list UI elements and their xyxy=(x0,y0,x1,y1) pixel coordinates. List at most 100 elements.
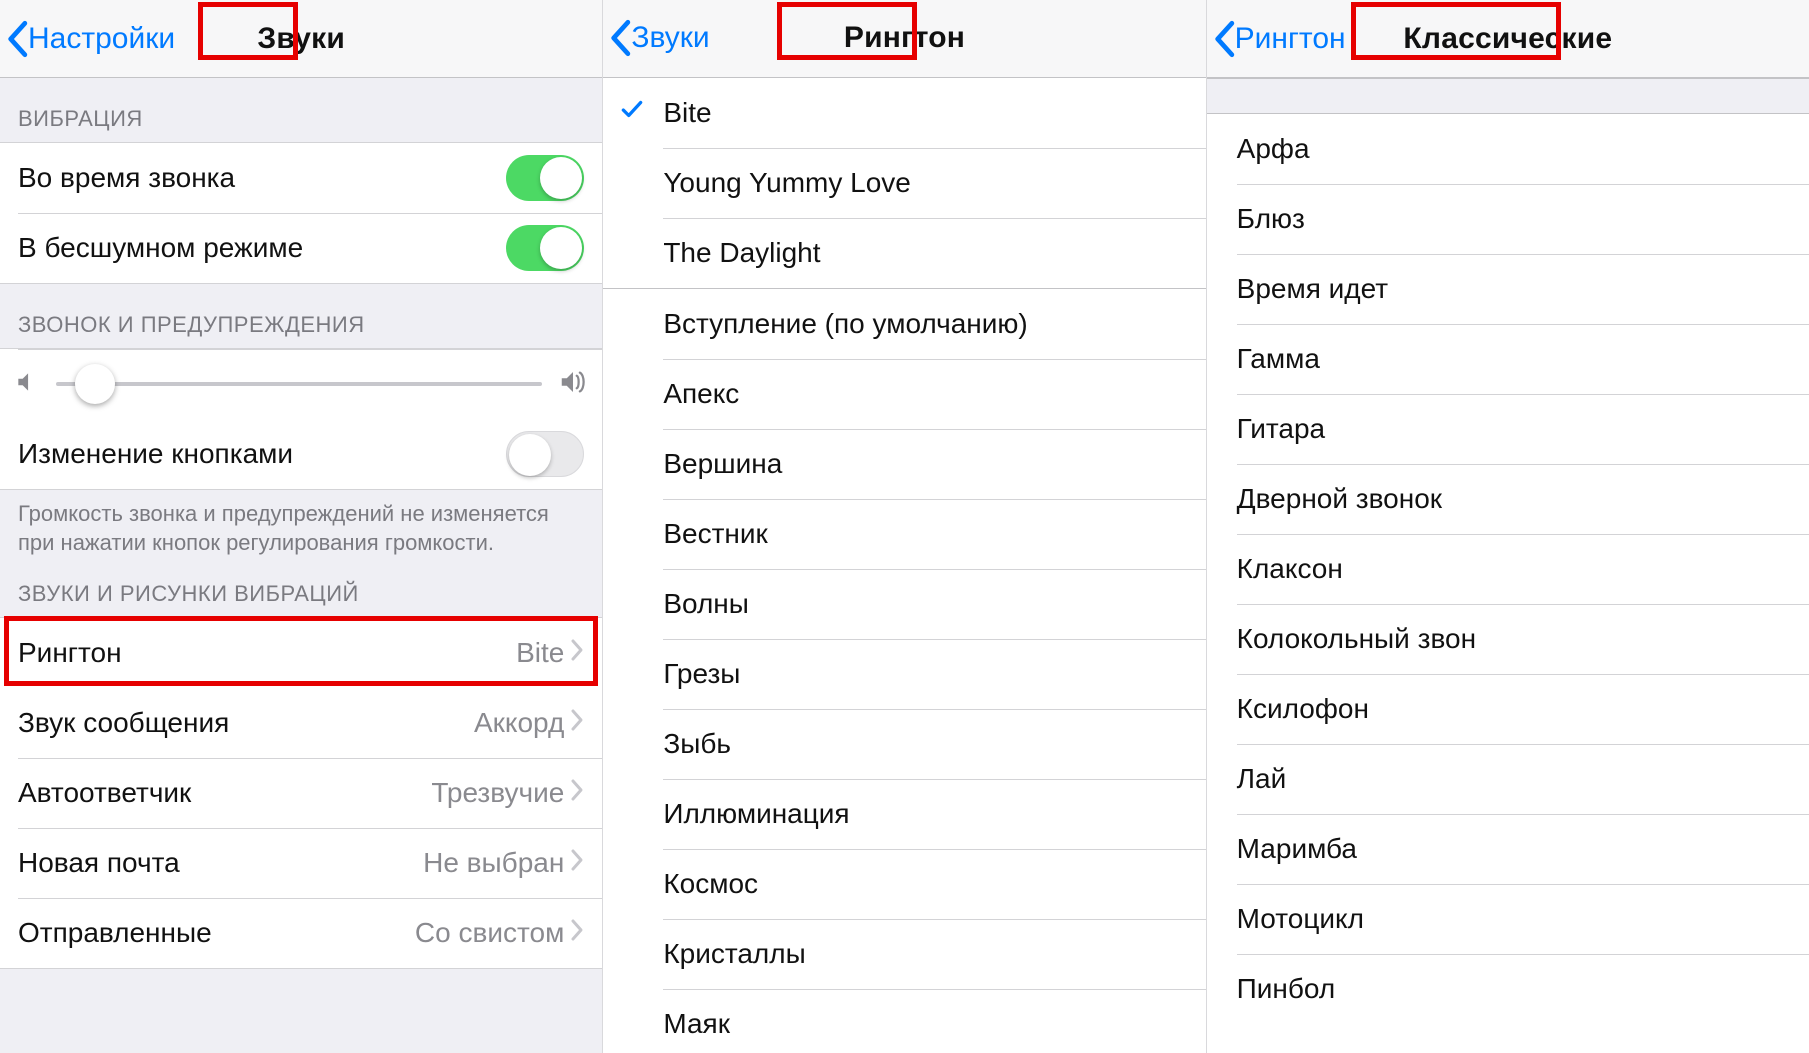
sounds-group: РингтонBiteЗвук сообщенияАккордАвтоответ… xyxy=(0,617,602,969)
ringtone-label: Пинбол xyxy=(1237,973,1336,1005)
ringtone-row[interactable]: Young Yummy Love xyxy=(603,148,1205,218)
table-spacer xyxy=(1207,78,1809,114)
chevron-left-icon xyxy=(1213,19,1235,59)
ringtone-label: Арфа xyxy=(1237,133,1310,165)
ringtone-row[interactable]: Волны xyxy=(603,569,1205,639)
ringtone-label: Bite xyxy=(663,97,711,129)
vibration-group: Во время звонка В бесшумном режиме xyxy=(0,142,602,284)
row-vibrate-on-ring[interactable]: Во время звонка xyxy=(0,143,602,213)
ringtone-row[interactable]: Апекс xyxy=(603,359,1205,429)
ringtone-label: Young Yummy Love xyxy=(663,167,911,199)
classic-ringtone-list: Арфа Блюз Время идет ГаммаГитара Дверной зво… xyxy=(1207,114,1809,1053)
ringtone-label: Время идет xyxy=(1237,273,1388,305)
classic-ringtone-row[interactable]: Дверной звонок xyxy=(1207,464,1809,534)
volume-track[interactable] xyxy=(56,382,542,386)
chevron-left-icon xyxy=(6,19,28,59)
classic-ringtone-row[interactable]: Мотоцикл xyxy=(1207,884,1809,954)
classic-ringtone-row[interactable]: Клаксон xyxy=(1207,534,1809,604)
toggle-vibrate-on-ring[interactable] xyxy=(506,155,584,201)
row-label: Новая почта xyxy=(18,847,423,879)
ringtone-label: Вестник xyxy=(663,518,767,550)
classic-ringtone-row[interactable]: Гитара xyxy=(1207,394,1809,464)
ringtone-label: Зыбь xyxy=(663,728,731,760)
ringtone-row[interactable]: Зыбь xyxy=(603,709,1205,779)
ringtone-row[interactable]: Маяк xyxy=(603,989,1205,1053)
row-label: Отправленные xyxy=(18,917,415,949)
classic-ringtone-row[interactable]: Блюз xyxy=(1207,184,1809,254)
ringtone-label: Космос xyxy=(663,868,758,900)
back-label: Настройки xyxy=(28,22,175,56)
chevron-right-icon xyxy=(570,777,584,809)
row-label: Звук сообщения xyxy=(18,707,474,739)
volume-thumb[interactable] xyxy=(75,364,115,404)
back-label: Рингтон xyxy=(1235,22,1346,56)
classic-ringtone-row[interactable]: Время идет xyxy=(1207,254,1809,324)
chevron-right-icon xyxy=(570,847,584,879)
ringtone-label: Дверной звонок xyxy=(1237,483,1442,515)
chevron-right-icon xyxy=(570,707,584,739)
volume-slider-row[interactable] xyxy=(0,349,602,419)
section-header-vibration: ВИБРАЦИЯ xyxy=(0,78,602,142)
back-button[interactable]: Настройки xyxy=(6,0,175,77)
sound-row[interactable]: Звук сообщенияАккорд xyxy=(0,688,602,758)
classic-ringtone-row[interactable]: Лай xyxy=(1207,744,1809,814)
row-value: Не выбран xyxy=(423,847,564,879)
ringtone-row[interactable]: Грезы xyxy=(603,639,1205,709)
ringtone-row[interactable]: Кристаллы xyxy=(603,919,1205,989)
section-header-ringer: ЗВОНОК И ПРЕДУПРЕЖДЕНИЯ xyxy=(0,284,602,348)
classic-ringtone-row[interactable]: Гамма xyxy=(1207,324,1809,394)
section-header-sounds: ЗВУКИ И РИСУНКИ ВИБРАЦИЙ xyxy=(0,567,602,617)
classic-ringtone-row[interactable]: Пинбол xyxy=(1207,954,1809,1024)
row-label: Рингтон xyxy=(18,637,516,669)
classic-ringtone-row[interactable]: Арфа xyxy=(1207,114,1809,184)
sound-row[interactable]: РингтонBite xyxy=(0,618,602,688)
chevron-left-icon xyxy=(609,18,631,58)
sound-row[interactable]: АвтоответчикТрезвучие xyxy=(0,758,602,828)
ringtone-label: Мотоцикл xyxy=(1237,903,1364,935)
row-vibrate-on-silent[interactable]: В бесшумном режиме xyxy=(0,213,602,283)
ringtone-label: Волны xyxy=(663,588,749,620)
nav-title: Классические xyxy=(1403,22,1612,56)
classic-ringtone-row[interactable]: Ксилофон xyxy=(1207,674,1809,744)
ringtone-label: Вступление (по умолчанию) xyxy=(663,308,1027,340)
toggle-vibrate-on-silent[interactable] xyxy=(506,225,584,271)
nav-title: Звуки xyxy=(257,22,345,56)
row-value: Bite xyxy=(516,637,564,669)
ringtone-row[interactable]: Bite xyxy=(603,78,1205,148)
classic-ringtone-pane: Рингтон Классические Арфа Блюз Время идет Г… xyxy=(1207,0,1809,1053)
ringtone-label: Ксилофон xyxy=(1237,693,1369,725)
back-button[interactable]: Звуки xyxy=(609,0,709,77)
back-label: Звуки xyxy=(631,21,709,55)
section-footer-ringer: Громкость звонка и предупреждений не изм… xyxy=(0,490,602,567)
ringtone-label: Маяк xyxy=(663,1008,730,1040)
row-label: Во время звонка xyxy=(18,162,506,194)
navbar: Звуки Рингтон xyxy=(603,0,1205,78)
classic-ringtone-row[interactable]: Колокольный звон xyxy=(1207,604,1809,674)
row-label: В бесшумном режиме xyxy=(18,232,506,264)
row-label: Изменение кнопками xyxy=(18,438,506,470)
ringtone-row[interactable]: The Daylight xyxy=(603,218,1205,288)
classic-ringtone-row[interactable]: Маримба xyxy=(1207,814,1809,884)
ringtone-label: Блюз xyxy=(1237,203,1305,235)
ringtone-row[interactable]: Иллюминация xyxy=(603,779,1205,849)
sound-row[interactable]: ОтправленныеСо свистом xyxy=(0,898,602,968)
chevron-right-icon xyxy=(570,637,584,669)
navbar: Рингтон Классические xyxy=(1207,0,1809,78)
volume-low-icon xyxy=(14,369,40,400)
settings-sounds-pane: Настройки Звуки ВИБРАЦИЯ Во время звонка… xyxy=(0,0,603,1053)
row-label: Автоответчик xyxy=(18,777,431,809)
ringtone-label: Кристаллы xyxy=(663,938,805,970)
ringtone-label: Клаксон xyxy=(1237,553,1343,585)
sound-row[interactable]: Новая почтаНе выбран xyxy=(0,828,602,898)
ringtone-row[interactable]: Вступление (по умолчанию) xyxy=(603,289,1205,359)
ringtone-pane: Звуки Рингтон Bite Young Yummy Love The Da… xyxy=(603,0,1206,1053)
row-value: Трезвучие xyxy=(431,777,564,809)
back-button[interactable]: Рингтон xyxy=(1213,0,1346,77)
ringtone-row[interactable]: Вершина xyxy=(603,429,1205,499)
row-change-with-buttons[interactable]: Изменение кнопками xyxy=(0,419,602,489)
toggle-change-with-buttons[interactable] xyxy=(506,431,584,477)
ringer-group: Изменение кнопками xyxy=(0,348,602,490)
row-value: Аккорд xyxy=(474,707,564,739)
ringtone-row[interactable]: Вестник xyxy=(603,499,1205,569)
ringtone-row[interactable]: Космос xyxy=(603,849,1205,919)
